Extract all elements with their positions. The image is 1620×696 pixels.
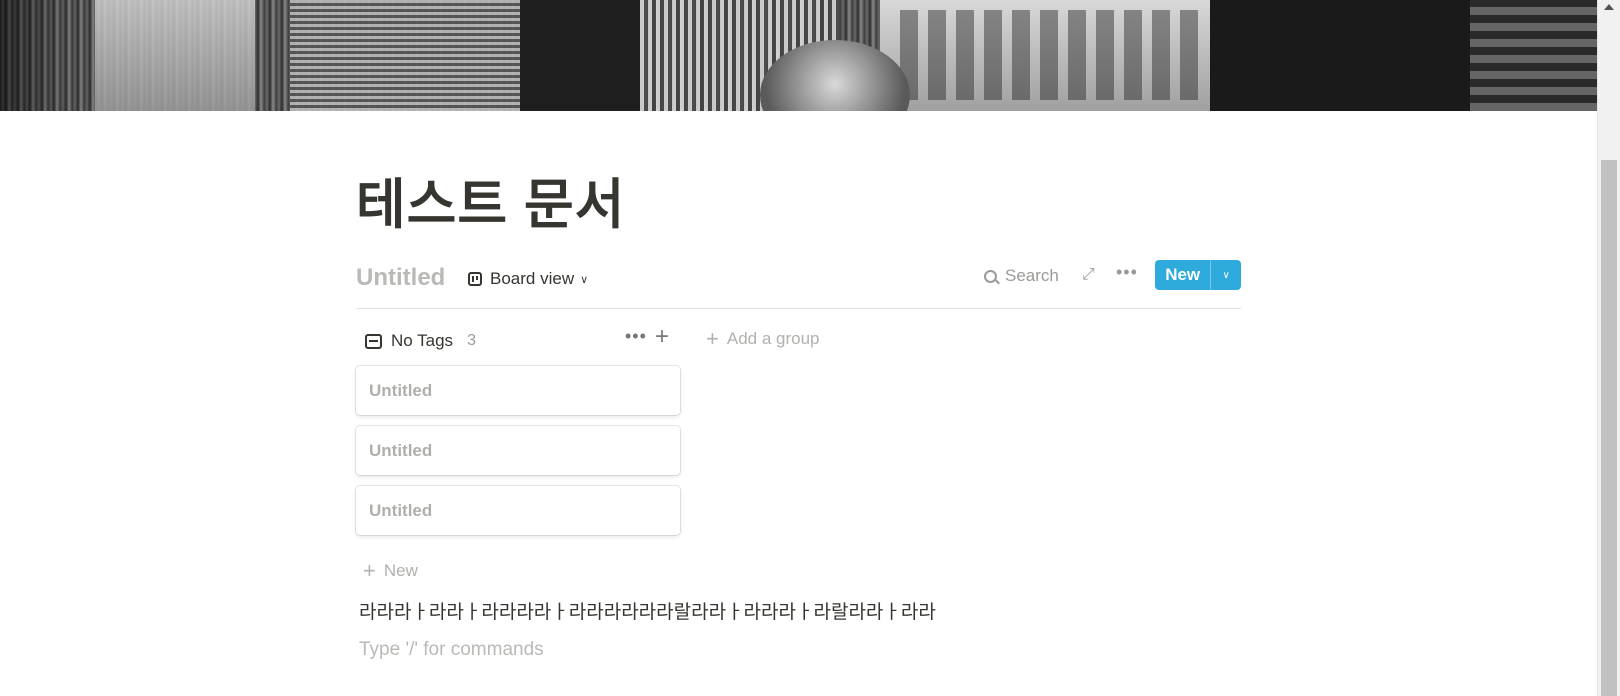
scrollbar-thumb[interactable]	[1601, 160, 1617, 696]
add-group-label: Add a group	[726, 329, 820, 348]
new-card-label: New	[383, 561, 418, 580]
new-button-group: New ∨	[1155, 260, 1241, 290]
plus-icon[interactable]: +	[655, 323, 669, 351]
search-label: Search	[1005, 266, 1059, 285]
cover-detail	[520, 0, 640, 111]
more-icon[interactable]: •••	[1116, 262, 1138, 283]
text-block[interactable]: 라라라ㅏ라라ㅏ라라라라ㅏ라라라라라라랄라라ㅏ라라라ㅏ라랄라라ㅏ라라	[359, 597, 936, 624]
expand-icon[interactable]: ⤢	[1082, 266, 1095, 284]
board-card[interactable]: Untitled	[356, 486, 680, 535]
inbox-icon	[365, 333, 382, 349]
chevron-down-icon: ∨	[1222, 269, 1230, 281]
page-cover-image[interactable]	[0, 0, 1598, 111]
cover-detail	[900, 10, 1200, 100]
new-dropdown-button[interactable]: ∨	[1210, 260, 1241, 290]
chevron-down-icon: ∨	[580, 273, 589, 286]
board-view-button[interactable]: Board view ∨	[468, 266, 588, 292]
board-card[interactable]: Untitled	[356, 366, 680, 415]
scroll-up-icon[interactable]	[1604, 4, 1614, 10]
new-button[interactable]: New	[1155, 260, 1210, 290]
group-count: 3	[467, 332, 476, 349]
board-group-header[interactable]: No Tags 3 ••• +	[365, 323, 681, 354]
plus-icon: +	[706, 326, 719, 351]
cover-detail	[1210, 0, 1470, 111]
cover-detail	[290, 0, 520, 111]
search-button[interactable]: Search	[984, 266, 1059, 286]
divider	[356, 308, 1241, 309]
more-icon[interactable]: •••	[625, 326, 647, 347]
card-title: Untitled	[369, 381, 433, 400]
view-label: Board view	[490, 269, 575, 288]
cover-detail	[1470, 0, 1598, 111]
board-card[interactable]: Untitled	[356, 426, 680, 475]
group-label: No Tags	[391, 331, 454, 350]
vertical-scrollbar[interactable]	[1597, 0, 1620, 696]
database-header: Untitled Board view ∨ Search ⤢ ••• New ∨	[356, 260, 1241, 305]
empty-block-placeholder[interactable]: Type '/' for commands	[359, 639, 544, 661]
new-card-button[interactable]: + New	[363, 558, 418, 584]
card-title: Untitled	[369, 441, 433, 460]
add-group-button[interactable]: + Add a group	[706, 326, 820, 352]
plus-icon: +	[363, 558, 376, 583]
board-view-icon	[468, 272, 482, 286]
database-title[interactable]: Untitled	[356, 264, 445, 292]
card-title: Untitled	[369, 501, 433, 520]
search-icon	[984, 269, 997, 283]
cover-detail	[95, 0, 255, 111]
page-title[interactable]: 테스트 문서	[356, 160, 625, 239]
